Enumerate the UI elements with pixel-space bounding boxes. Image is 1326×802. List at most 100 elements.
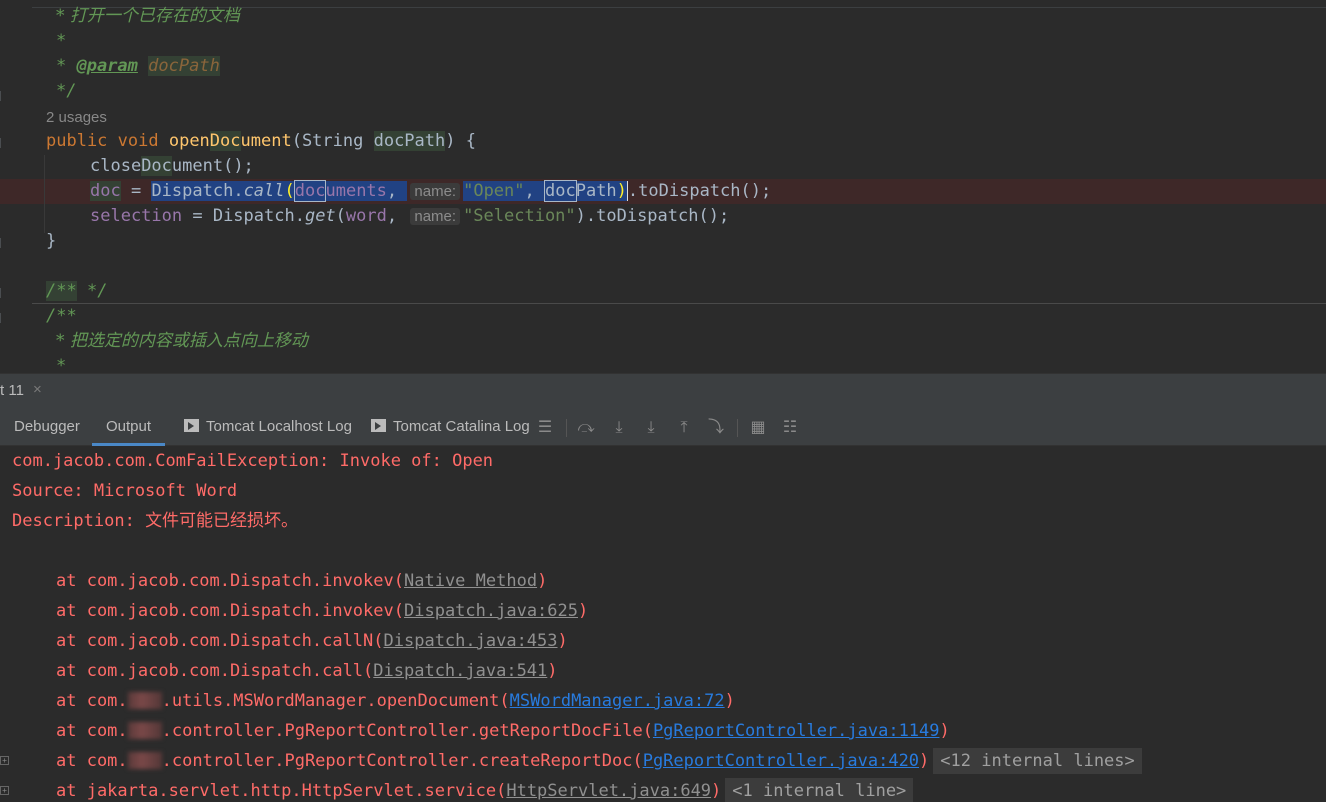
stack-frame: at com. .controller.PgReportController.cr… <box>56 746 1142 776</box>
tab-output[interactable]: Output <box>92 407 166 446</box>
code-line-doc-comment: * 把选定的内容或插入点向上移动 <box>56 329 308 354</box>
code-line-close-brace: } <box>46 229 56 254</box>
tab-tomcat-catalina-log[interactable]: Tomcat Catalina Log <box>371 407 530 446</box>
doc-comment-text: */ <box>76 281 108 301</box>
expand-icon[interactable]: + <box>0 756 9 765</box>
string-literal: "Open" <box>463 181 525 201</box>
error-message: 文件可能已经损坏。 <box>145 511 299 531</box>
tab-tomcat-localhost-log[interactable]: Tomcat Localhost Log <box>184 407 352 446</box>
keyword: public <box>46 131 118 151</box>
toolbar-separator <box>737 419 738 437</box>
doc-comment-text: * <box>56 31 67 51</box>
keyword: void <box>117 131 169 151</box>
toolwindow-tab-bar: Debugger Output Tomcat Localhost Log Tom… <box>0 407 1326 446</box>
frame-text: at com.jacob.com.Dispatch.callN( <box>56 631 384 651</box>
redacted-package <box>127 752 162 769</box>
code-editor[interactable]: * 打开一个已存在的文档 * * @param docPath */ 2 usa… <box>0 0 1326 373</box>
expand-icon[interactable]: + <box>0 786 9 795</box>
usages-link[interactable]: 2 usages <box>46 109 107 126</box>
selected-code: , <box>524 181 545 201</box>
frame-text: at com.jacob.com.Dispatch.invokev( <box>56 571 404 591</box>
code-text: (String <box>291 131 374 151</box>
force-step-into-icon[interactable]: ⤓ <box>642 418 660 436</box>
console-line: com.jacob.com.ComFailException: Invoke o… <box>12 451 494 471</box>
run-config-tab[interactable]: t 11 <box>0 382 24 399</box>
redacted-package <box>127 692 162 709</box>
selected-code-match: doc <box>293 180 327 202</box>
source-link[interactable]: Native Method <box>404 571 537 591</box>
tab-debugger[interactable]: Debugger <box>14 407 80 446</box>
selected-code: ( <box>284 181 295 201</box>
stack-frame: at com.jacob.com.Dispatch.call(Dispatch.… <box>56 656 558 686</box>
fold-marker[interactable] <box>0 138 4 148</box>
frame-text: ) <box>939 721 950 741</box>
code-line-doc-comment: * <box>56 354 66 373</box>
fold-marker[interactable] <box>0 238 4 248</box>
source-link[interactable]: Dispatch.java:625 <box>404 601 578 621</box>
field-selection: selection <box>90 206 183 226</box>
method-name: ument <box>240 131 292 151</box>
code-line-doc-start: /** <box>46 304 77 329</box>
code-text: close <box>90 156 142 176</box>
doc-comment-text: * 把选定的内容或插入点向上移动 <box>56 331 308 351</box>
selected-code-match: doc <box>544 180 577 202</box>
collapsed-frames-badge[interactable]: <1 internal line> <box>725 778 914 802</box>
console-line: Source: Microsoft Word <box>12 481 238 501</box>
fold-marker[interactable] <box>0 313 4 323</box>
redacted-package <box>127 722 162 739</box>
close-icon[interactable]: × <box>33 381 42 398</box>
console-icon <box>184 419 199 432</box>
frame-text: at jakarta.servlet.http.HttpServlet.serv… <box>56 781 507 801</box>
code-line-doc-comment: * 打开一个已存在的文档 <box>56 4 240 29</box>
code-line-close-document: closeDocument(); <box>90 154 254 179</box>
toolbar-separator <box>566 419 567 437</box>
string-literal: "Selection" <box>463 206 576 226</box>
menu-icon[interactable]: ☰ <box>536 418 554 436</box>
doc-comment-text: * <box>56 56 77 76</box>
step-into-icon[interactable]: ⤓ <box>610 418 628 436</box>
frame-text: at com. <box>56 751 128 771</box>
source-link[interactable]: PgReportController.java:1149 <box>653 721 940 741</box>
source-link[interactable]: Dispatch.java:453 <box>384 631 558 651</box>
source-link[interactable]: MSWordManager.java:72 <box>510 691 725 711</box>
step-over-icon[interactable]: ⤼ <box>577 418 595 436</box>
console-line: Description: 文件可能已经损坏。 <box>12 506 298 536</box>
console-output[interactable]: com.jacob.com.ComFailException: Invoke o… <box>0 446 1326 802</box>
method-name-match: Doc <box>209 131 241 151</box>
stack-frame: at com.jacob.com.Dispatch.invokev(Dispat… <box>56 596 588 626</box>
step-out-icon[interactable]: ⤒ <box>675 418 693 436</box>
stack-frame: at com.jacob.com.Dispatch.invokev(Native… <box>56 566 547 596</box>
trace-settings-icon[interactable]: ☷ <box>781 418 799 436</box>
code-text: = <box>120 181 152 201</box>
run-to-cursor-icon[interactable]: ⤵ <box>707 418 725 436</box>
indent-guide <box>44 155 45 233</box>
fold-marker[interactable] <box>0 91 4 101</box>
usages-hint[interactable]: 2 usages <box>46 105 107 130</box>
fold-marker[interactable] <box>0 288 4 298</box>
evaluate-expression-icon[interactable]: ▦ <box>749 418 767 436</box>
stack-frame: at com. .controller.PgReportController.ge… <box>56 716 950 746</box>
collapsed-frames-badge[interactable]: <12 internal lines> <box>933 748 1142 774</box>
frame-text: ) <box>724 691 735 711</box>
code-line-doc-end: */ <box>56 79 76 104</box>
run-toolwindow-header: t 11 × <box>0 373 1326 407</box>
doc-comment-text: /** <box>46 281 77 301</box>
code-text: .toDispatch(); <box>626 181 772 201</box>
source-link[interactable]: HttpServlet.java:649 <box>506 781 711 801</box>
tab-label: Debugger <box>14 418 80 435</box>
console-icon <box>371 419 386 432</box>
javadoc-param-name: docPath <box>148 56 220 76</box>
doc-comment-text: /** <box>46 306 77 326</box>
code-match: Doc <box>141 156 172 176</box>
frame-text: .controller.PgReportController.getReport… <box>161 721 653 741</box>
doc-comment-text: * <box>56 356 67 373</box>
source-link[interactable]: Dispatch.java:541 <box>373 661 547 681</box>
tab-label: Output <box>106 418 152 435</box>
source-link[interactable]: PgReportController.java:420 <box>643 751 919 771</box>
stack-frame: at com. .utils.MSWordManager.openDocument… <box>56 686 735 716</box>
parameter-hint: name: <box>410 183 461 200</box>
code-line-empty-doc: /** */ <box>46 279 107 304</box>
frame-text: at com. <box>56 691 128 711</box>
frame-text: ) <box>557 631 568 651</box>
stack-frame: at com.jacob.com.Dispatch.callN(Dispatch… <box>56 626 568 656</box>
